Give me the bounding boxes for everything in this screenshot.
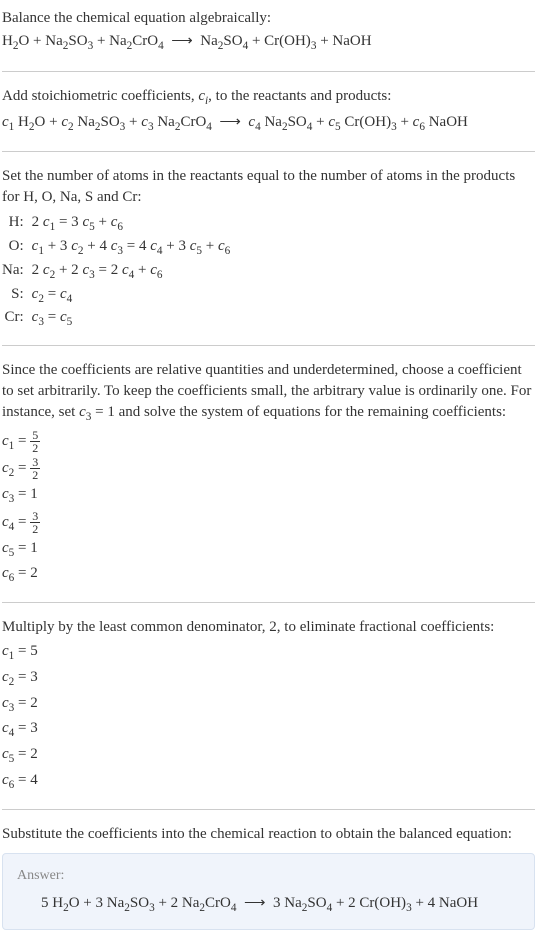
coef-line: c3 = 2 [2,692,535,718]
coeff-section: Add stoichiometric coefficients, ci, to … [2,82,535,142]
atom-eq: c2 = c4 [32,284,231,308]
coef-line: c6 = 2 [2,562,535,588]
coef-line: c3 = 1 [2,483,535,509]
atom-eq: c1 + 3 c2 + 4 c3 = 4 c4 + 3 c5 + c6 [32,236,231,260]
divider [2,602,535,603]
atom-label: Cr: [2,307,32,331]
coef-line: c2 = 3 [2,666,535,692]
multiply-coeffs: c1 = 5 c2 = 3 c3 = 2 c4 = 3 c5 = 2 c6 = … [2,640,535,795]
divider [2,71,535,72]
atoms-section: Set the number of atoms in the reactants… [2,162,535,335]
atoms-text: Set the number of atoms in the reactants… [2,166,535,208]
coef-line: c4 = 3 [2,717,535,743]
answer-box: Answer: 5 H2O + 3 Na2SO3 + 2 Na2CrO4 ⟶ 3… [2,853,535,930]
atom-row: Na: 2 c2 + 2 c3 = 2 c4 + c6 [2,260,230,284]
multiply-text: Multiply by the least common denominator… [2,617,535,638]
coef-line: c5 = 1 [2,537,535,563]
atom-row: O: c1 + 3 c2 + 4 c3 = 4 c4 + 3 c5 + c6 [2,236,230,260]
coef-line: c4 = 32 [2,509,535,537]
intro-text: Balance the chemical equation algebraica… [2,8,535,29]
answer-label: Answer: [17,866,520,886]
solve-coeffs: c1 = 52 c2 = 32 c3 = 1 c4 = 32 c5 = 1 c6… [2,428,535,588]
answer-equation: 5 H2O + 3 Na2SO3 + 2 Na2CrO4 ⟶ 3 Na2SO4 … [17,893,520,917]
coeff-text: Add stoichiometric coefficients, ci, to … [2,86,535,110]
atom-eq: 2 c1 = 3 c5 + c6 [32,212,231,236]
multiply-section: Multiply by the least common denominator… [2,613,535,799]
coef-line: c2 = 32 [2,455,535,483]
coef-line: c1 = 52 [2,428,535,456]
atom-label: S: [2,284,32,308]
atom-row: S: c2 = c4 [2,284,230,308]
intro-section: Balance the chemical equation algebraica… [2,4,535,61]
coef-line: c5 = 2 [2,743,535,769]
atom-eq: c3 = c5 [32,307,231,331]
divider [2,809,535,810]
atoms-table: H: 2 c1 = 3 c5 + c6 O: c1 + 3 c2 + 4 c3 … [2,212,230,331]
intro-equation: H2O + Na2SO3 + Na2CrO4 ⟶ Na2SO4 + Cr(OH)… [2,29,535,57]
coeff-equation: c1 H2O + c2 Na2SO3 + c3 Na2CrO4 ⟶ c4 Na2… [2,110,535,138]
atom-eq: 2 c2 + 2 c3 = 2 c4 + c6 [32,260,231,284]
final-section: Substitute the coefficients into the che… [2,820,535,934]
coef-line: c1 = 5 [2,640,535,666]
solve-section: Since the coefficients are relative quan… [2,356,535,592]
atom-label: O: [2,236,32,260]
atom-row: Cr: c3 = c5 [2,307,230,331]
divider [2,345,535,346]
atom-row: H: 2 c1 = 3 c5 + c6 [2,212,230,236]
atom-label: H: [2,212,32,236]
atom-label: Na: [2,260,32,284]
solve-text: Since the coefficients are relative quan… [2,360,535,426]
divider [2,151,535,152]
final-text: Substitute the coefficients into the che… [2,824,535,845]
coef-line: c6 = 4 [2,769,535,795]
